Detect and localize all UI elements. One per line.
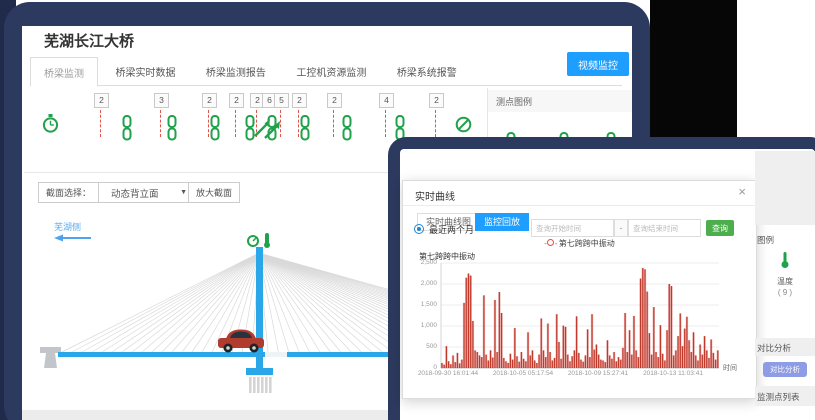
x-tick-label: 2018-10-09 15:27:41 <box>568 370 628 377</box>
link-sensor-icon[interactable] <box>299 115 311 141</box>
anemometer-icon[interactable] <box>248 236 258 246</box>
sidebar-legend-header: 图例 <box>757 234 774 246</box>
realtime-curve-dialog: 实时曲线 × 实时曲线图 监控回放 最近两个月 - 查询 -- 第七跨跨中振动 … <box>402 180 757 399</box>
sensor-dashed-line <box>235 110 236 137</box>
sensor-dashed-line <box>385 110 386 137</box>
sidebar-temperature-item[interactable]: 温度 ( 9 ) <box>755 251 815 297</box>
radio-label: 最近两个月 <box>429 223 474 236</box>
bridge-deck-joint <box>265 352 287 357</box>
sensor-dashed-line <box>435 110 436 137</box>
link-sensor-icon[interactable] <box>209 115 221 141</box>
link-sensor-icon[interactable] <box>341 115 353 141</box>
close-icon[interactable]: × <box>738 185 746 199</box>
sensor-count-badge[interactable]: 2 <box>94 93 109 108</box>
y-tick-label: 2,000 <box>403 280 437 287</box>
section-select-label: 截面选择： <box>38 182 99 203</box>
sidebar-compare-header: 对比分析 <box>757 342 791 354</box>
no-entry-sensor-icon[interactable] <box>455 116 472 138</box>
divider <box>403 205 756 206</box>
x-tick-label: 2018-09-30 16:01:44 <box>418 370 478 377</box>
section-select-group: 截面选择： 动态背立面 ▼ <box>38 182 194 203</box>
sensor-count-badge[interactable]: 2 <box>229 93 244 108</box>
sensor-count-badge[interactable]: 2 <box>292 93 307 108</box>
sidebar-list-header: 监测点列表 <box>757 391 800 403</box>
chevron-down-icon: ▼ <box>180 189 187 196</box>
section-select-value: 动态背立面 <box>111 186 159 200</box>
y-tick-label: 1,500 <box>403 301 437 308</box>
temperature-count: ( 9 ) <box>755 288 815 297</box>
tab-monitor-playback[interactable]: 监控回放 <box>475 213 529 231</box>
chart-legend[interactable]: -- 第七跨跨中振动 <box>403 238 756 249</box>
dialog-title: 实时曲线 <box>415 188 455 203</box>
sensor-count-badge[interactable]: 2 <box>327 93 342 108</box>
sensor-count-badge[interactable]: 5 <box>274 93 289 108</box>
legend-marker-icon: - <box>544 239 546 248</box>
x-tick-label: 2018-10-05 05:17:54 <box>493 370 553 377</box>
compare-analysis-button[interactable]: 对比分析 <box>763 362 807 377</box>
modal-window-content: 实时曲线 × 实时曲线图 监控回放 最近两个月 - 查询 -- 第七跨跨中振动 … <box>400 149 815 420</box>
sidebar-top-block <box>755 151 815 225</box>
y-tick-label: 500 <box>403 343 437 350</box>
sensor-count-badge[interactable]: 2 <box>429 93 444 108</box>
radio-dot-icon <box>414 224 424 234</box>
query-start-time-input[interactable] <box>531 219 614 237</box>
y-tick-label: 2,500 <box>403 259 437 266</box>
zoom-section-button[interactable]: 放大截面 <box>188 182 240 203</box>
bridge-piles <box>249 377 272 393</box>
recent-two-months-radio[interactable]: 最近两个月 <box>414 223 474 235</box>
sensor-dashed-line <box>100 110 101 137</box>
background-black-band <box>650 0 737 140</box>
sensor-count-badge[interactable]: 3 <box>154 93 169 108</box>
tower-thermometer-icon[interactable] <box>264 233 270 248</box>
x-tick-label: 2018-10-13 11:03:41 <box>643 370 703 377</box>
query-button[interactable]: 查询 <box>706 220 734 236</box>
bridge-abutment <box>40 347 61 368</box>
stopwatch-sensor-icon[interactable] <box>42 114 59 138</box>
legend-panel-title: 测点图例 <box>488 90 632 112</box>
temperature-label: 温度 <box>755 276 815 287</box>
sensor-dashed-line <box>333 110 334 137</box>
range-separator: - <box>614 219 628 237</box>
sensor-count-badge[interactable]: 4 <box>379 93 394 108</box>
link-sensor-icon[interactable] <box>121 115 133 141</box>
bridge-pier-cap <box>246 368 273 375</box>
x-axis-title: 时间 <box>723 363 737 373</box>
thermometer-icon <box>779 251 791 269</box>
sensor-count-badge[interactable]: 2 <box>202 93 217 108</box>
expansion-joint-sensor-icon[interactable] <box>252 116 282 145</box>
sensor-dashed-line <box>160 110 161 137</box>
legend-label: 第七跨跨中振动 <box>559 239 615 248</box>
section-select-dropdown[interactable]: 动态背立面 ▼ <box>98 182 194 203</box>
link-sensor-icon[interactable] <box>166 115 178 141</box>
screenshot-canvas: 芜湖长江大桥 桥梁监测 桥梁实时数据 桥梁监测报告 工控机资源监测 桥梁系统报警… <box>0 0 815 420</box>
query-end-time-input[interactable] <box>628 219 701 237</box>
vibration-chart <box>441 263 719 368</box>
y-tick-label: 1,000 <box>403 322 437 329</box>
